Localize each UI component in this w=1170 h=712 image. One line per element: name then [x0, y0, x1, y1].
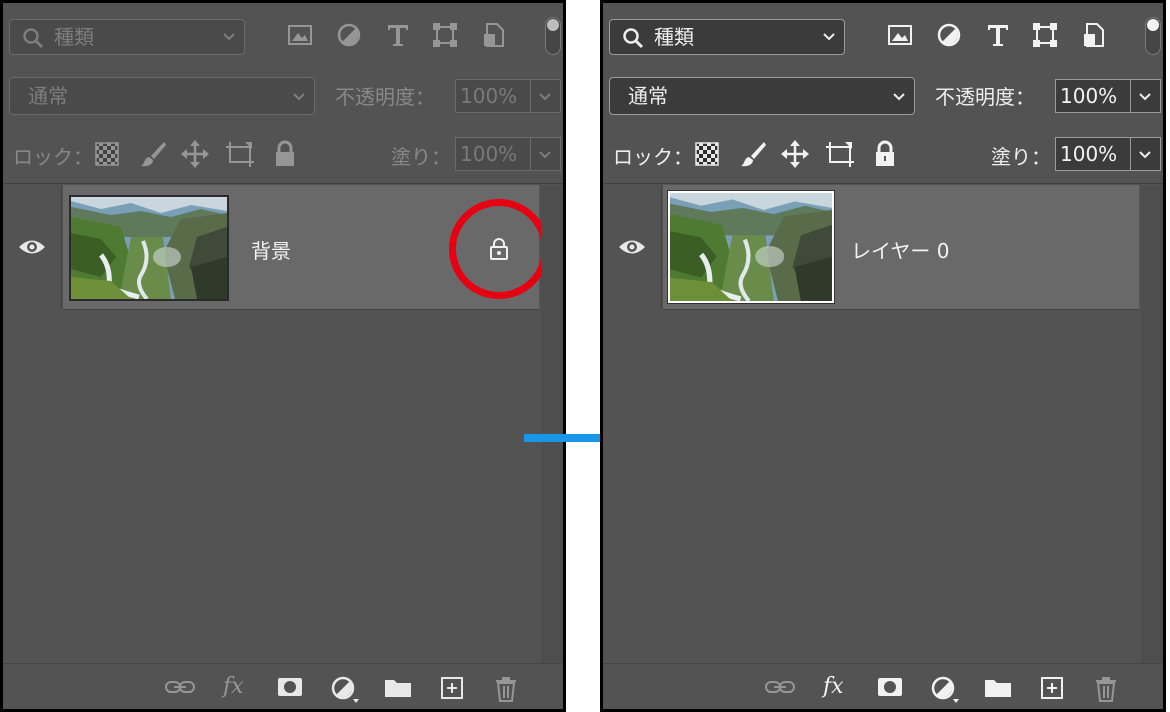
link-layers-icon[interactable]	[165, 680, 195, 694]
lock-image-pixels-icon[interactable]	[739, 140, 767, 168]
search-icon	[623, 28, 644, 49]
add-mask-icon[interactable]	[277, 676, 303, 698]
new-layer-icon[interactable]	[440, 676, 464, 700]
layers-panel-before: 種類 通常 不透明度： 100% ロック： 塗り： 100% 背景 fx	[0, 0, 566, 712]
chevron-down-icon	[823, 33, 835, 41]
link-layers-icon[interactable]	[765, 680, 795, 694]
layer-name[interactable]: 背景	[251, 235, 291, 264]
fill-dropdown[interactable]	[1131, 137, 1161, 171]
filter-row: 種類	[603, 3, 1163, 68]
lock-label: ロック：	[613, 145, 693, 169]
type-filter-icon[interactable]	[985, 22, 1011, 48]
opacity-dropdown[interactable]	[1131, 79, 1161, 113]
chevron-down-icon	[1139, 151, 1151, 159]
delete-layer-icon[interactable]	[1094, 676, 1118, 702]
new-group-icon[interactable]	[984, 676, 1012, 698]
image-filter-icon[interactable]	[287, 22, 313, 48]
lock-transparent-pixels-icon[interactable]	[695, 142, 719, 166]
lock-image-pixels-icon[interactable]	[139, 140, 167, 168]
lock-row: ロック： 塗り： 100%	[3, 125, 563, 184]
layer-thumbnail[interactable]	[667, 190, 835, 304]
chevron-down-icon	[539, 93, 551, 101]
opacity-label: 不透明度：	[335, 85, 435, 109]
smart-object-filter-icon[interactable]	[481, 22, 507, 48]
blend-row: 通常 不透明度： 100%	[603, 67, 1163, 126]
chevron-down-icon	[1139, 93, 1151, 101]
lock-all-icon[interactable]	[273, 140, 297, 168]
filter-kind-select[interactable]: 種類	[9, 19, 245, 55]
eye-icon[interactable]	[18, 237, 46, 257]
new-group-icon[interactable]	[384, 676, 412, 698]
highlight-circle	[449, 199, 549, 299]
panel-footer: fx	[603, 663, 1163, 709]
lock-position-icon[interactable]	[181, 140, 209, 168]
filter-toggle[interactable]	[545, 17, 561, 55]
blend-mode-label: 通常	[28, 84, 68, 108]
delete-layer-icon[interactable]	[494, 676, 518, 702]
fill-input[interactable]: 100%	[455, 137, 531, 171]
add-mask-icon[interactable]	[877, 676, 903, 698]
chevron-down-icon	[539, 151, 551, 159]
filter-kind-label: 種類	[54, 25, 94, 49]
filter-kind-select[interactable]: 種類	[609, 19, 845, 55]
adjustment-filter-icon[interactable]	[936, 22, 962, 48]
fx-icon[interactable]: fx	[223, 674, 244, 699]
opacity-input[interactable]: 100%	[455, 79, 531, 113]
chevron-down-icon	[293, 93, 305, 101]
visibility-column	[3, 185, 62, 309]
type-filter-icon[interactable]	[385, 22, 411, 48]
blend-mode-label: 通常	[628, 84, 668, 108]
adjustment-layer-icon[interactable]	[931, 676, 961, 704]
eye-icon[interactable]	[618, 237, 646, 257]
opacity-label: 不透明度：	[935, 85, 1035, 109]
lock-label: ロック：	[13, 145, 93, 169]
blend-mode-select[interactable]: 通常	[9, 77, 315, 115]
layer-row-layer-0[interactable]: レイヤー 0	[663, 185, 1139, 310]
visibility-column	[603, 185, 662, 309]
adjustment-layer-icon[interactable]	[331, 676, 361, 704]
smart-object-filter-icon[interactable]	[1081, 22, 1107, 48]
chevron-down-icon	[223, 33, 235, 41]
chevron-down-icon	[893, 93, 905, 101]
fill-dropdown[interactable]	[531, 137, 561, 171]
image-filter-icon[interactable]	[887, 22, 913, 48]
new-layer-icon[interactable]	[1040, 676, 1064, 700]
canyon-landscape-image	[71, 197, 227, 299]
fx-icon[interactable]: fx	[823, 674, 844, 699]
lock-row: ロック： 塗り： 100%	[603, 125, 1163, 184]
shape-filter-icon[interactable]	[1032, 22, 1058, 48]
layer-thumbnail	[69, 195, 229, 301]
layers-panel-after: 種類 通常 不透明度： 100% ロック： 塗り： 100% レイヤー 0 fx	[600, 0, 1166, 712]
adjustment-filter-icon[interactable]	[336, 22, 362, 48]
filter-row: 種類	[3, 3, 563, 68]
opacity-input[interactable]: 100%	[1055, 79, 1131, 113]
layer-name[interactable]: レイヤー 0	[851, 235, 949, 264]
canyon-landscape-image	[670, 193, 832, 301]
lock-all-icon[interactable]	[873, 140, 897, 168]
fill-label: 塗り：	[991, 145, 1051, 169]
filter-kind-label: 種類	[654, 25, 694, 49]
opacity-dropdown[interactable]	[531, 79, 561, 113]
lock-transparent-pixels-icon[interactable]	[95, 142, 119, 166]
lock-artboard-icon[interactable]	[225, 140, 255, 168]
blend-row: 通常 不透明度： 100%	[3, 67, 563, 126]
blend-mode-select[interactable]: 通常	[609, 77, 915, 115]
fill-input[interactable]: 100%	[1055, 137, 1131, 171]
scrollbar-track[interactable]	[1141, 185, 1163, 663]
shape-filter-icon[interactable]	[432, 22, 458, 48]
fill-label: 塗り：	[391, 145, 451, 169]
lock-artboard-icon[interactable]	[825, 140, 855, 168]
lock-position-icon[interactable]	[781, 140, 809, 168]
search-icon	[23, 28, 44, 49]
panel-footer: fx	[3, 663, 563, 709]
filter-toggle[interactable]	[1145, 17, 1161, 55]
